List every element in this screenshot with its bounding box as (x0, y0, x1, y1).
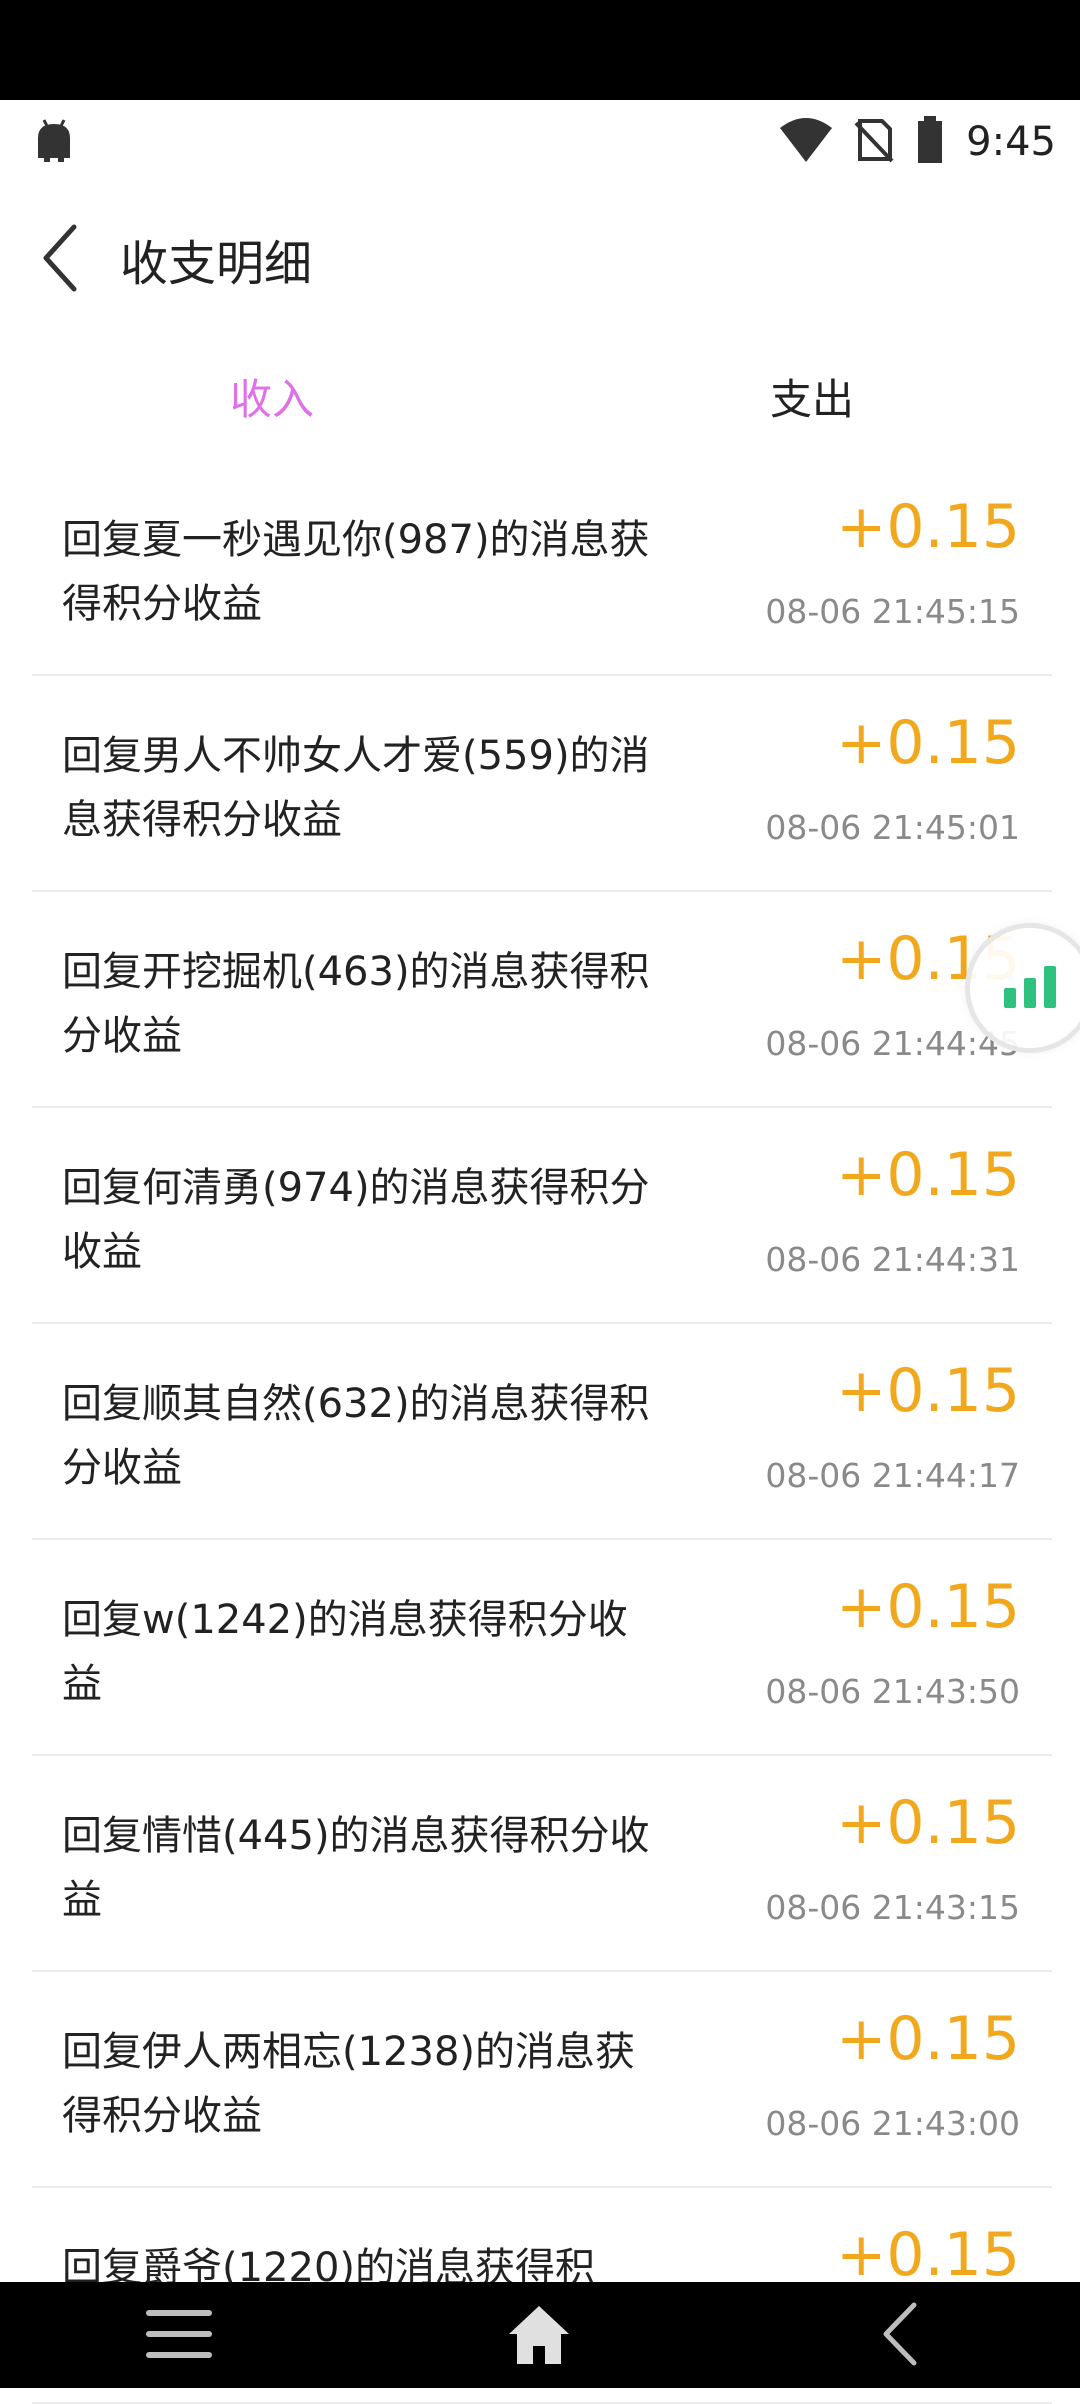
transaction-description: 回复顺其自然(632)的消息获得积分收益 (62, 1381, 650, 1491)
transaction-description: 回复情惜(445)的消息获得积分收益 (62, 1813, 650, 1923)
transaction-time: 08-06 21:43:00 (765, 2104, 1020, 2143)
tab-income[interactable]: 收入 (230, 366, 314, 427)
chevron-left-icon (40, 223, 80, 297)
transaction-amount: +0.15 (836, 1356, 1020, 1426)
transaction-amount: +0.15 (836, 708, 1020, 778)
home-icon (507, 2302, 571, 2370)
list-item[interactable]: 回复伊人两相忘(1238)的消息获得积分收益 +0.15 08-06 21:43… (32, 1972, 1052, 2188)
transaction-description: 回复何清勇(974)的消息获得积分收益 (62, 1165, 650, 1275)
transaction-amount: +0.15 (836, 492, 1020, 562)
system-nav-bar (0, 2282, 1080, 2388)
transaction-time: 08-06 21:44:45 (765, 1024, 1020, 1063)
transaction-time: 08-06 21:45:15 (765, 592, 1020, 631)
list-item[interactable]: 回复夏一秒遇见你(987)的消息获得积分收益 +0.15 08-06 21:45… (32, 460, 1052, 676)
back-icon (880, 2301, 920, 2371)
bar-chart-icon (1002, 964, 1058, 1012)
transaction-amount: +0.15 (836, 1788, 1020, 1858)
list-item[interactable]: 回复何清勇(974)的消息获得积分收益 +0.15 08-06 21:44:31 (32, 1108, 1052, 1324)
floating-stats-button[interactable] (970, 928, 1080, 1048)
transaction-description: 回复伊人两相忘(1238)的消息获得积分收益 (62, 2029, 636, 2139)
tab-expense[interactable]: 支出 (770, 366, 854, 427)
back-button[interactable] (28, 220, 92, 300)
transaction-list: 回复夏一秒遇见你(987)的消息获得积分收益 +0.15 08-06 21:45… (32, 460, 1052, 2404)
transaction-time: 08-06 21:43:15 (765, 1888, 1020, 1927)
status-bar: 9:45 (0, 100, 1080, 186)
transaction-description: 回复w(1242)的消息获得积分收益 (62, 1597, 628, 1707)
nav-back-button[interactable] (855, 2298, 945, 2374)
tab-bar: 收入 支出 (0, 340, 1080, 450)
transaction-time: 08-06 21:44:31 (765, 1240, 1020, 1279)
page-title: 收支明细 (120, 236, 313, 292)
android-icon (34, 118, 74, 164)
list-item[interactable]: 回复情惜(445)的消息获得积分收益 +0.15 08-06 21:43:15 (32, 1756, 1052, 1972)
transaction-time: 08-06 21:45:01 (765, 808, 1020, 847)
list-item[interactable]: 回复w(1242)的消息获得积分收益 +0.15 08-06 21:43:50 (32, 1540, 1052, 1756)
transaction-description: 回复夏一秒遇见你(987)的消息获得积分收益 (62, 517, 650, 627)
transaction-amount: +0.15 (836, 1140, 1020, 1210)
transaction-description: 回复男人不帅女人才爱(559)的消息获得积分收益 (62, 733, 650, 843)
wifi-icon (780, 118, 833, 166)
list-item[interactable]: 回复男人不帅女人才爱(559)的消息获得积分收益 +0.15 08-06 21:… (32, 676, 1052, 892)
transaction-time: 08-06 21:44:17 (765, 1456, 1020, 1495)
battery-icon (916, 116, 944, 168)
transaction-amount: +0.15 (836, 1572, 1020, 1642)
status-icons: 9:45 (780, 114, 1056, 170)
transaction-amount: +0.15 (836, 2004, 1020, 2074)
header: 收支明细 (0, 186, 1080, 326)
transaction-amount: +0.15 (836, 2220, 1020, 2290)
home-button[interactable] (494, 2298, 584, 2374)
list-item[interactable]: 回复顺其自然(632)的消息获得积分收益 +0.15 08-06 21:44:1… (32, 1324, 1052, 1540)
transaction-time: 08-06 21:43:50 (765, 1672, 1020, 1711)
top-black-band (0, 0, 1080, 100)
no-sim-icon (854, 117, 894, 167)
list-item[interactable]: 回复开挖掘机(463)的消息获得积分收益 +0.15 08-06 21:44:4… (32, 892, 1052, 1108)
transaction-description: 回复开挖掘机(463)的消息获得积分收益 (62, 949, 650, 1059)
menu-icon (146, 2306, 212, 2366)
menu-button[interactable] (134, 2298, 224, 2374)
status-time: 9:45 (966, 119, 1056, 165)
